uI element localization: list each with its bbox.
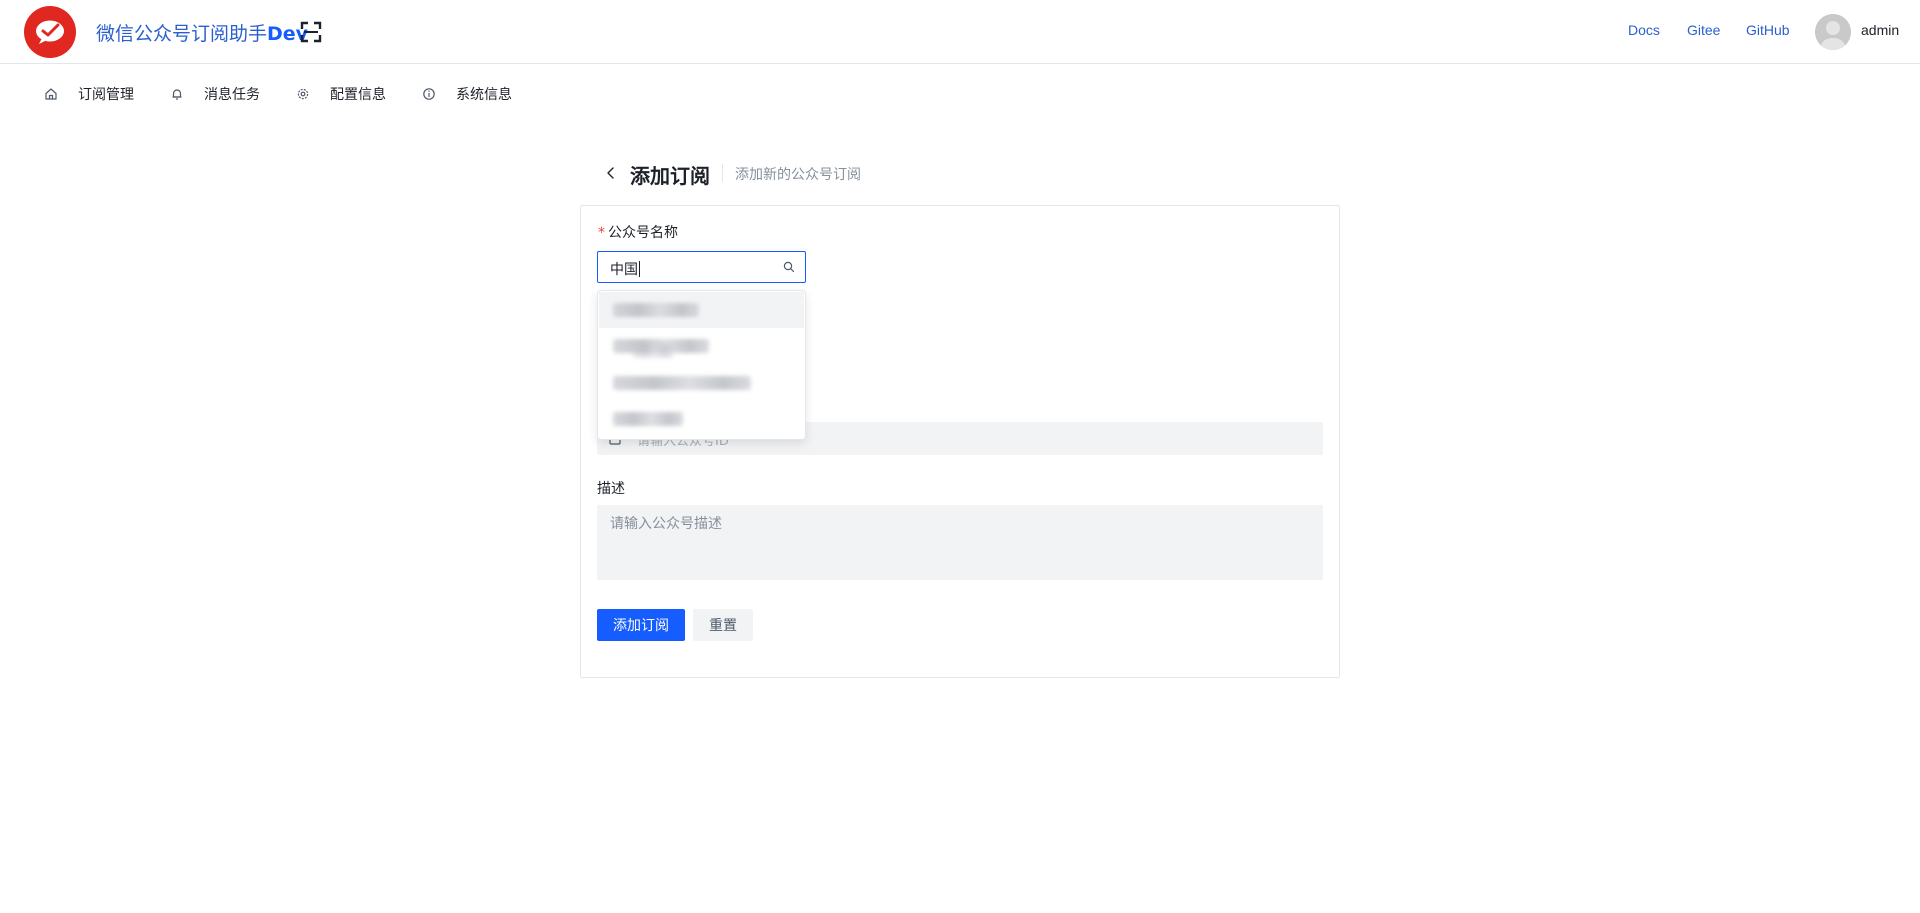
nav-item-label: 系统信息 [456, 87, 512, 103]
username[interactable]: admin [1861, 22, 1899, 38]
blurred-suggestion-text [633, 344, 673, 358]
app-header: 微信公众号订阅助手Dev Docs Gitee GitHub admin [0, 0, 1920, 64]
page-title: 添加订阅 [630, 164, 710, 188]
description-placeholder: 请输入公众号描述 [610, 516, 722, 532]
gear-icon [297, 88, 309, 100]
fullscreen-icon[interactable] [300, 21, 322, 43]
nav-item-label: 消息任务 [204, 87, 260, 103]
avatar[interactable] [1815, 14, 1851, 50]
description-textarea[interactable]: 请输入公众号描述 [597, 505, 1323, 580]
name-field-label: * 公众号名称 [598, 222, 678, 242]
suggestion-item[interactable] [599, 365, 804, 401]
app-title-text: 微信公众号订阅助手 [96, 23, 268, 45]
search-value-text: 中国 [610, 262, 638, 278]
reset-button[interactable]: 重置 [693, 609, 753, 641]
suggestion-item[interactable] [599, 328, 804, 364]
wechat-logo-icon [36, 20, 64, 44]
blurred-suggestion-text [613, 303, 699, 317]
text-caret [639, 261, 640, 277]
search-input-value: 中国 [610, 259, 640, 279]
nav-item-label: 订阅管理 [78, 87, 134, 103]
suggestion-item[interactable] [599, 401, 804, 437]
desc-field-label: 描述 [597, 481, 625, 497]
nav-item-label: 配置信息 [330, 87, 386, 103]
app-title[interactable]: 微信公众号订阅助手Dev [96, 19, 308, 46]
github-link[interactable]: GitHub [1746, 22, 1790, 38]
title-divider [722, 164, 723, 182]
top-nav: 订阅管理 消息任务 配置信息 系统信息 [0, 64, 1920, 120]
blurred-suggestion-text [613, 376, 751, 390]
name-field-label-text: 公众号名称 [608, 225, 678, 241]
docs-link[interactable]: Docs [1628, 22, 1660, 38]
avatar-image [1815, 14, 1851, 50]
nav-item-system[interactable]: 系统信息 [422, 84, 512, 104]
required-mark: * [598, 225, 605, 241]
add-subscription-button[interactable]: 添加订阅 [597, 609, 685, 641]
search-suggestions-dropdown [597, 290, 806, 440]
info-icon [423, 88, 435, 100]
nav-item-tasks[interactable]: 消息任务 [170, 84, 260, 104]
suggestion-item[interactable] [599, 292, 804, 328]
search-icon[interactable] [783, 261, 795, 273]
home-icon [45, 88, 57, 100]
nav-item-subscriptions[interactable]: 订阅管理 [44, 84, 134, 104]
gitee-link[interactable]: Gitee [1687, 22, 1720, 38]
logo[interactable] [24, 6, 76, 58]
blurred-suggestion-text [613, 412, 683, 426]
account-search-input[interactable]: 中国 [597, 251, 806, 283]
page-subtitle: 添加新的公众号订阅 [735, 167, 861, 183]
bell-icon [172, 89, 182, 100]
back-icon[interactable] [604, 164, 618, 182]
nav-item-config[interactable]: 配置信息 [296, 84, 386, 104]
